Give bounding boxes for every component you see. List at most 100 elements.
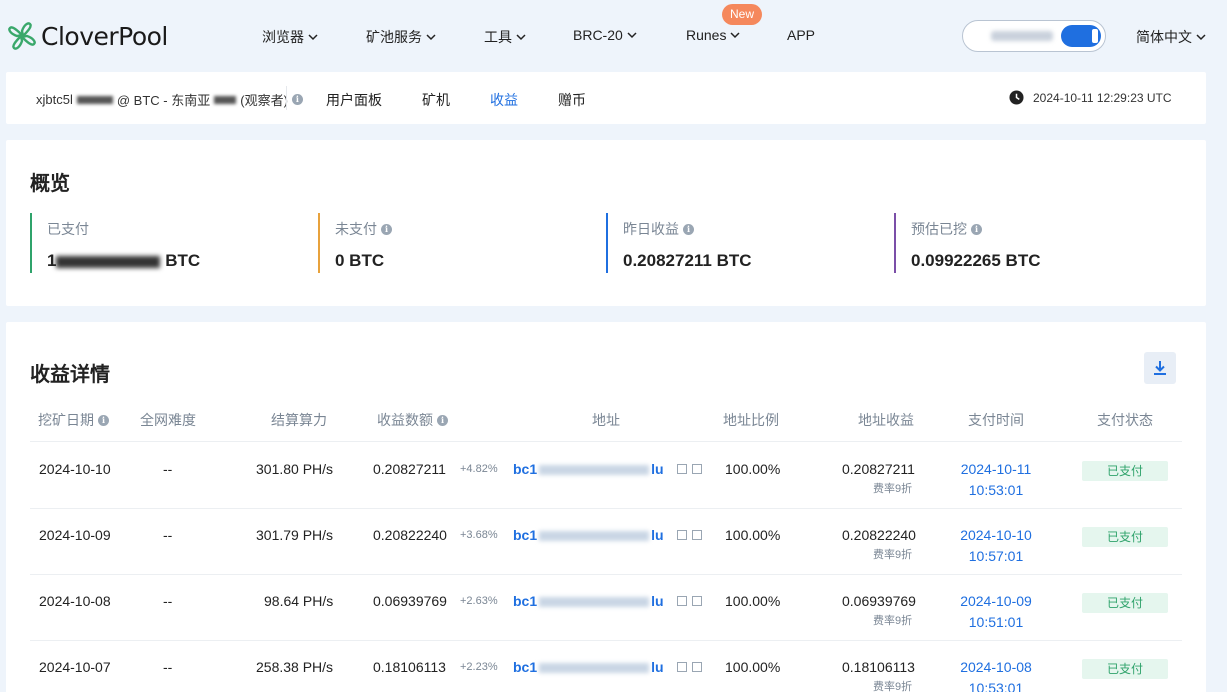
stat-value: 0 BTC	[335, 251, 385, 270]
cell-ratio: 100.00%	[725, 461, 781, 477]
qr-code-icon[interactable]	[692, 464, 702, 474]
tab-user-dashboard[interactable]: 用户面板	[326, 90, 382, 110]
cell-date: 2024-10-10	[39, 461, 111, 477]
cell-fee-note: 费率9折	[873, 681, 913, 692]
address-actions	[677, 464, 707, 474]
stat-label: 预估已挖 i	[911, 219, 1154, 239]
stat-value: 0.20827211 BTC	[623, 251, 752, 270]
account-role: (观察者)	[240, 93, 288, 108]
toggle-switch[interactable]	[1061, 25, 1101, 47]
qr-code-icon[interactable]	[692, 662, 702, 672]
cell-address[interactable]: bc1 lu	[513, 461, 664, 477]
nav-item-pool-services[interactable]: 矿池服务	[366, 27, 436, 47]
copy-icon[interactable]	[677, 662, 687, 672]
cell-fee-note: 费率9折	[873, 615, 913, 627]
address-actions	[677, 530, 707, 540]
nav-item-brc20[interactable]: BRC-20	[573, 27, 637, 43]
cell-hashrate: 301.79 PH/s	[256, 527, 334, 543]
address-start: bc1	[513, 659, 538, 675]
address-actions	[677, 662, 707, 672]
redacted	[214, 95, 237, 104]
stat-label-text: 预估已挖	[911, 221, 967, 237]
col-difficulty: 全网难度	[140, 412, 196, 428]
redacted	[539, 663, 650, 674]
pay-date: 2024-10-11	[960, 461, 1032, 477]
address-start: bc1	[513, 461, 538, 477]
pay-clock: 10:53:01	[968, 482, 1024, 498]
cell-difficulty: --	[163, 659, 173, 675]
cell-ratio: 100.00%	[725, 527, 781, 543]
datetime-text: 2024-10-11 12:29:23 UTC	[1033, 90, 1172, 105]
nav-item-browser[interactable]: 浏览器	[262, 27, 318, 47]
info-icon[interactable]: i	[683, 223, 694, 235]
cell-address[interactable]: bc1 lu	[513, 659, 664, 675]
address-start: bc1	[513, 527, 538, 543]
cell-pay-time[interactable]: 2024-10-08 10:53:01	[946, 657, 1046, 692]
redacted	[539, 597, 650, 608]
stat-value: 0.09922265 BTC	[911, 251, 1041, 270]
download-button[interactable]	[1144, 352, 1176, 384]
overview-card: 概览 已支付 1 BTC 未支付 i 0 BTC 昨日收益 i 0.20827211…	[6, 140, 1206, 306]
download-icon	[1154, 361, 1166, 375]
language-label: 简体中文	[1136, 29, 1192, 45]
chevron-down-icon	[516, 34, 526, 41]
nav-item-tools[interactable]: 工具	[484, 27, 526, 47]
cell-pay-time[interactable]: 2024-10-09 10:51:01	[946, 591, 1046, 633]
stat-yesterday-earnings: 昨日收益 i 0.20827211 BTC	[606, 213, 866, 273]
cell-change: +2.23%	[460, 661, 498, 673]
address-start: bc1	[513, 593, 538, 609]
cell-address-earnings: 0.20827211	[842, 461, 915, 477]
info-icon[interactable]: i	[971, 223, 982, 235]
col-pay-status: 支付状态	[1097, 412, 1153, 428]
cell-pay-time[interactable]: 2024-10-11 10:53:01	[946, 459, 1046, 501]
table-header: 挖矿日期 i 全网难度 结算算力 收益数额 i 地址 地址比例 地址收益 支付时间 …	[30, 402, 1182, 442]
stat-value: 1 BTC	[47, 251, 290, 271]
language-selector[interactable]: 简体中文	[1136, 27, 1206, 47]
nav-item-runes[interactable]: Runes	[686, 27, 740, 43]
tab-earnings[interactable]: 收益	[490, 90, 518, 110]
qr-code-icon[interactable]	[692, 530, 702, 540]
earnings-detail-card: 收益详情 挖矿日期 i 全网难度 结算算力 收益数额 i 地址 地址比例 地址收益 …	[6, 322, 1206, 692]
account-selector[interactable]: xjbtc5l @ BTC - 东南亚 (观察者) i	[36, 90, 303, 109]
chevron-down-icon	[426, 34, 436, 41]
chevron-down-icon	[308, 34, 318, 41]
qr-code-icon[interactable]	[692, 596, 702, 606]
cell-fee-note: 费率9折	[873, 549, 913, 561]
cell-difficulty: --	[163, 593, 173, 609]
col-pay-time: 支付时间	[968, 412, 1024, 428]
col-date[interactable]: 挖矿日期 i	[38, 410, 109, 430]
cell-date: 2024-10-08	[39, 593, 111, 609]
stat-label-text: 未支付	[335, 221, 377, 237]
pay-clock: 10:51:01	[968, 614, 1024, 630]
info-icon[interactable]: i	[98, 414, 109, 426]
cell-date: 2024-10-07	[39, 659, 111, 675]
cell-pay-time[interactable]: 2024-10-10 10:57:01	[946, 525, 1046, 567]
nav-item-app[interactable]: APP	[787, 27, 815, 43]
redacted	[539, 465, 650, 476]
copy-icon[interactable]	[677, 596, 687, 606]
observer-mode-toggle[interactable]	[962, 20, 1106, 52]
cell-address[interactable]: bc1 lu	[513, 527, 664, 543]
tab-miners[interactable]: 矿机	[422, 90, 450, 110]
cell-amount: 0.06939769	[373, 593, 447, 609]
col-label: 挖矿日期	[38, 412, 94, 428]
info-icon[interactable]: i	[437, 414, 448, 426]
col-label: 收益数额	[377, 412, 433, 428]
cell-amount: 0.18106113	[373, 659, 446, 675]
overview-title: 概览	[30, 173, 70, 195]
cell-address-earnings: 0.20822240	[842, 527, 916, 543]
cell-hashrate: 98.64 PH/s	[264, 593, 334, 609]
nav-label: 矿池服务	[366, 29, 422, 45]
cell-address[interactable]: bc1 lu	[513, 593, 664, 609]
pay-clock: 10:57:01	[968, 548, 1024, 564]
tab-gift-coins[interactable]: 赠币	[558, 90, 586, 110]
copy-icon[interactable]	[677, 464, 687, 474]
copy-icon[interactable]	[677, 530, 687, 540]
cell-difficulty: --	[163, 527, 173, 543]
nav-label: 浏览器	[262, 29, 304, 45]
info-icon[interactable]: i	[381, 223, 392, 235]
info-icon[interactable]: i	[291, 94, 303, 105]
col-address: 地址	[592, 412, 620, 428]
chevron-down-icon	[627, 32, 637, 39]
cloverpool-logo[interactable]: CloverPool	[6, 20, 168, 52]
